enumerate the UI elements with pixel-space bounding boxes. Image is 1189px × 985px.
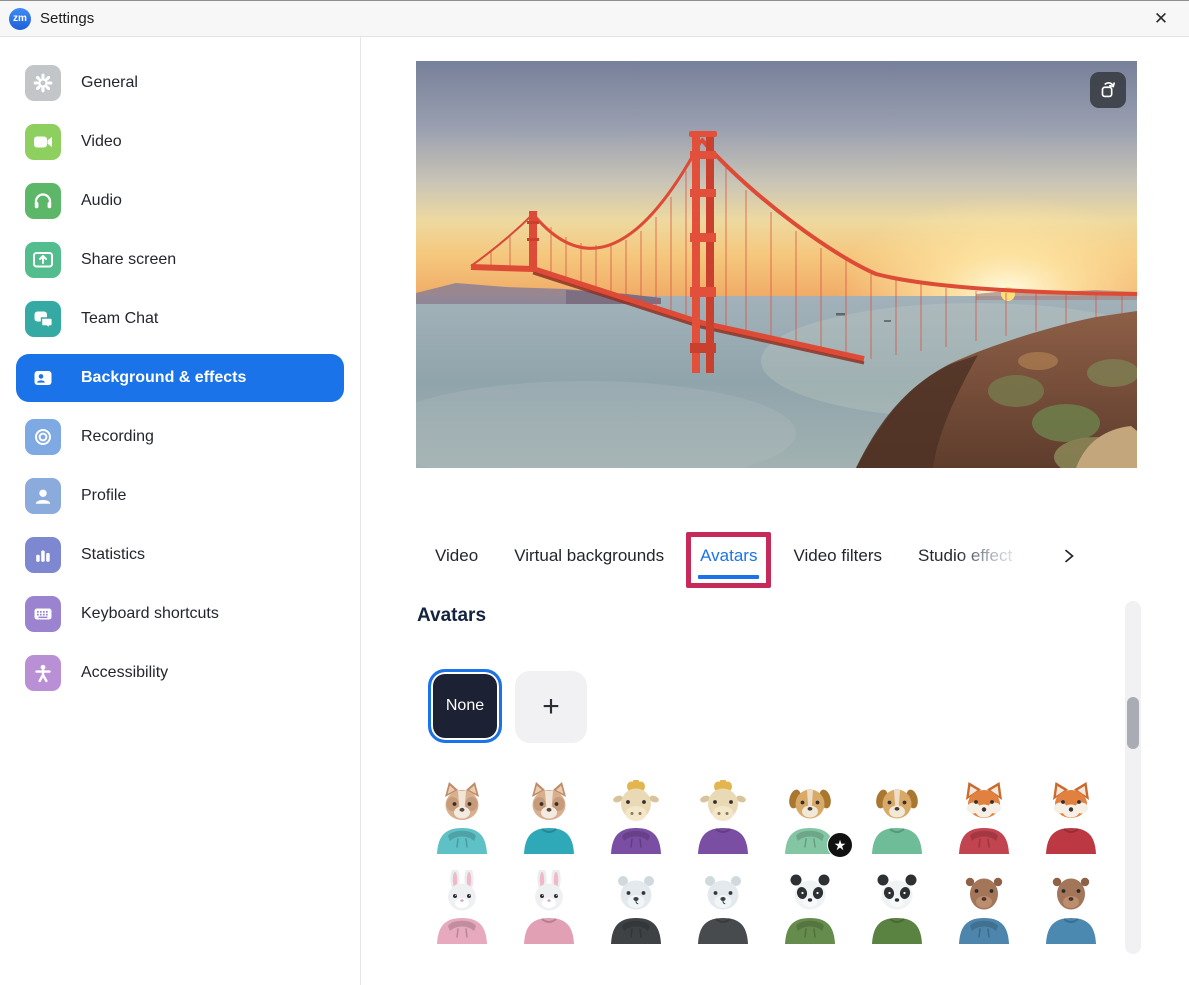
polar-bear-gray-tshirt-avatar[interactable] [692,870,754,944]
keyboard-icon [25,596,61,632]
tab-bar: Video Virtual backgrounds Avatars Video fil… [435,546,1076,566]
sidebar-item-label: Share screen [81,251,176,269]
corgi-teal-hoodie-avatar[interactable] [431,780,493,854]
sidebar-item-label: Video [81,133,122,151]
sidebar-item-video[interactable]: Video [16,118,344,166]
rotate-icon[interactable] [1090,72,1126,108]
panda-green-tshirt-avatar[interactable] [866,870,928,944]
sidebar-item-label: Recording [81,428,154,446]
dog-green-hoodie-avatar[interactable]: ★ [779,780,841,854]
beaver-blue-tshirt-avatar[interactable] [1040,870,1102,944]
record-icon [25,419,61,455]
main-panel: Video Virtual backgrounds Avatars Video fil… [361,37,1189,985]
window-body: General Video Audio Share screen Team Ch… [0,37,1189,985]
share-screen-icon [25,242,61,278]
sidebar-item-audio[interactable]: Audio [16,177,344,225]
sidebar-item-keyboard-shortcuts[interactable]: Keyboard shortcuts [16,590,344,638]
golden-gate-bridge-photo [416,61,1137,468]
sidebar: General Video Audio Share screen Team Ch… [0,37,361,985]
sidebar-item-share-screen[interactable]: Share screen [16,236,344,284]
fox-red-hoodie-avatar[interactable] [953,780,1015,854]
sidebar-item-label: Background & effects [81,369,246,387]
bar-chart-icon [25,537,61,573]
tab-video[interactable]: Video [435,546,478,566]
close-icon[interactable]: ✕ [1145,5,1177,33]
sidebar-item-background-effects[interactable]: Background & effects [16,354,344,402]
avatar-none-button[interactable]: None [428,669,502,743]
sidebar-item-label: Profile [81,487,126,505]
tab-virtual-backgrounds[interactable]: Virtual backgrounds [514,546,664,566]
title-bar: zm Settings ✕ [0,1,1189,37]
rabbit-pink-tshirt-avatar[interactable] [518,870,580,944]
polar-bear-gray-hoodie-avatar[interactable] [605,870,667,944]
tab-avatars[interactable]: Avatars [700,546,757,566]
sidebar-item-profile[interactable]: Profile [16,472,344,520]
background-preview-image [416,61,1137,468]
fox-red-tshirt-avatar[interactable] [1040,780,1102,854]
cow-purple-tshirt-avatar[interactable] [692,780,754,854]
sidebar-item-label: General [81,74,138,92]
panda-green-hoodie-avatar[interactable] [779,870,841,944]
sidebar-item-label: Accessibility [81,664,168,682]
rabbit-pink-hoodie-avatar[interactable] [431,870,493,944]
tab-video-filters[interactable]: Video filters [793,546,882,566]
sidebar-item-recording[interactable]: Recording [16,413,344,461]
sidebar-item-general[interactable]: General [16,59,344,107]
sidebar-item-statistics[interactable]: Statistics [16,531,344,579]
sidebar-item-label: Keyboard shortcuts [81,605,219,623]
chat-bubbles-icon [25,301,61,337]
video-camera-icon [25,124,61,160]
sidebar-item-label: Statistics [81,546,145,564]
sidebar-item-team-chat[interactable]: Team Chat [16,295,344,343]
sidebar-item-label: Team Chat [81,310,158,328]
star-badge-icon: ★ [827,832,853,858]
avatar-grid: ★ [427,780,1123,960]
headphones-icon [25,183,61,219]
gear-icon [25,65,61,101]
scrollbar-thumb[interactable] [1127,697,1139,749]
settings-window: zm Settings ✕ General Video Audio Share … [0,0,1189,985]
person-icon [25,478,61,514]
dog-green-tshirt-avatar[interactable] [866,780,928,854]
accessibility-icon [25,655,61,691]
add-avatar-button[interactable]: + [515,671,587,743]
tab-studio-effect[interactable]: Studio effect [918,546,1012,566]
sidebar-item-label: Audio [81,192,122,210]
cow-purple-hoodie-avatar[interactable] [605,780,667,854]
zoom-logo-icon: zm [9,8,31,30]
sidebar-item-accessibility[interactable]: Accessibility [16,649,344,697]
chevron-right-icon[interactable] [1062,548,1076,564]
window-title: Settings [40,10,94,27]
corgi-teal-tshirt-avatar[interactable] [518,780,580,854]
active-tab-underline [698,575,759,579]
scrollbar[interactable] [1125,601,1141,954]
beaver-blue-hoodie-avatar[interactable] [953,870,1015,944]
virtual-background-icon [25,360,61,396]
avatars-heading: Avatars [417,605,486,627]
